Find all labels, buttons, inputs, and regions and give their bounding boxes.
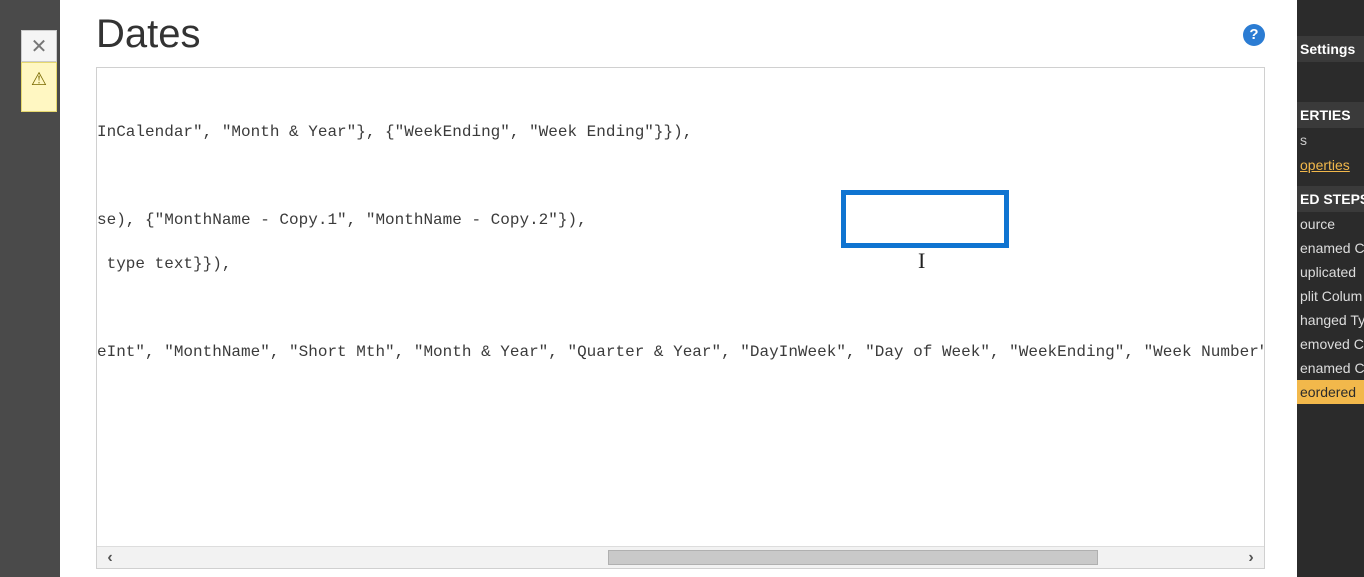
applied-step[interactable]: hanged Ty	[1297, 308, 1364, 332]
applied-step[interactable]: enamed C	[1297, 356, 1364, 380]
applied-step[interactable]: plit Colum	[1297, 284, 1364, 308]
code-line[interactable]: se), {"MonthName - Copy.1", "MonthName -…	[97, 208, 1264, 234]
dialog-header: Dates ?	[96, 12, 1265, 57]
horizontal-scrollbar[interactable]: ‹ ›	[97, 546, 1264, 568]
scroll-thumb[interactable]	[608, 550, 1098, 565]
scroll-track[interactable]	[123, 547, 1238, 568]
properties-header: ERTIES	[1297, 102, 1364, 128]
code-editor[interactable]: InCalendar", "Month & Year"}, {"WeekEndi…	[96, 67, 1265, 569]
warning-note[interactable]: ⚠	[21, 62, 57, 112]
text-cursor: I	[918, 248, 925, 274]
left-gutter: ✕ ⚠	[0, 0, 60, 577]
applied-step[interactable]: uplicated	[1297, 260, 1364, 284]
applied-step-selected[interactable]: eordered	[1297, 380, 1364, 404]
right-panel: Settings ERTIES s operties ED STEPS ourc…	[1297, 0, 1364, 577]
properties-sub: s	[1297, 128, 1364, 152]
close-button[interactable]: ✕	[21, 30, 57, 62]
code-line[interactable]	[97, 296, 1264, 322]
code-line[interactable]	[97, 164, 1264, 190]
applied-step[interactable]: enamed C	[1297, 236, 1364, 260]
applied-step[interactable]: ource	[1297, 212, 1364, 236]
advanced-editor-dialog: Dates ? InCalendar", "Month & Year"}, {"…	[60, 0, 1297, 577]
applied-steps-header: ED STEPS	[1297, 186, 1364, 212]
scroll-right-button[interactable]: ›	[1238, 547, 1264, 568]
applied-step[interactable]: emoved C	[1297, 332, 1364, 356]
all-properties-link[interactable]: operties	[1297, 152, 1364, 178]
dialog-title: Dates	[96, 12, 201, 57]
code-line[interactable]: eInt", "MonthName", "Short Mth", "Month …	[97, 340, 1264, 366]
code-line[interactable]: type text}}),	[97, 252, 1264, 278]
code-content[interactable]: InCalendar", "Month & Year"}, {"WeekEndi…	[97, 68, 1264, 546]
help-icon[interactable]: ?	[1243, 24, 1265, 46]
scroll-left-button[interactable]: ‹	[97, 547, 123, 568]
code-line[interactable]: InCalendar", "Month & Year"}, {"WeekEndi…	[97, 120, 1264, 146]
tab-settings[interactable]: Settings	[1297, 36, 1364, 62]
